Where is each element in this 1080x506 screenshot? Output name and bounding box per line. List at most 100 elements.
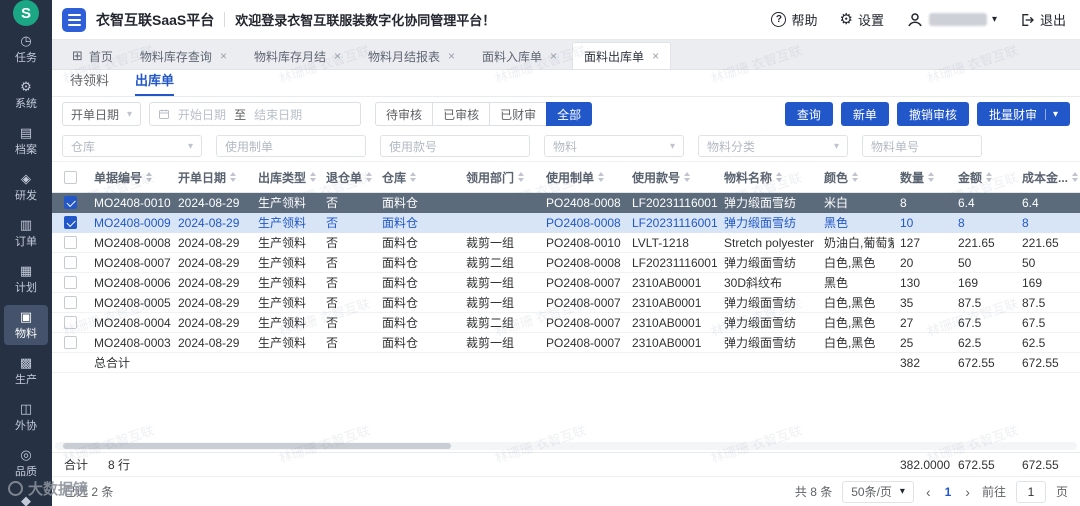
quick-filter-input[interactable]: 物料分类 ▾ <box>698 135 848 157</box>
status-filter-button[interactable]: 已审核 <box>432 102 491 126</box>
user-menu[interactable]: ▾ <box>906 11 997 29</box>
close-icon[interactable]: × <box>334 49 341 63</box>
sidebar-item[interactable]: ◎ 品质 <box>4 443 48 483</box>
action-button[interactable]: 新单 ▾ <box>840 102 889 126</box>
cell-quantity: 130 <box>900 275 921 290</box>
table-row[interactable]: MO2408-0009 2024-08-29 生产领料 否 面料仓 PO2408… <box>52 213 1080 233</box>
sort-icon[interactable] <box>230 172 237 182</box>
sort-icon[interactable] <box>366 172 373 182</box>
table-row[interactable]: MO2408-0003 2024-08-29 生产领料 否 面料仓 裁剪一组 P… <box>52 333 1080 353</box>
sort-icon[interactable] <box>986 172 993 182</box>
logout-button[interactable]: 退出 <box>1019 10 1066 29</box>
sort-icon[interactable] <box>518 172 525 182</box>
row-checkbox[interactable] <box>63 236 77 249</box>
quick-filter-input[interactable]: 物料单号 ▾ <box>862 135 982 157</box>
row-checkbox[interactable] <box>63 256 77 269</box>
column-header[interactable]: 物料名称 <box>718 169 818 186</box>
current-page[interactable]: 1 <box>943 485 954 499</box>
scrollbar-thumb[interactable] <box>63 443 451 449</box>
page-tab[interactable]: ⊞ 物料库存月结 × <box>242 42 353 69</box>
action-button[interactable]: 查询 ▾ <box>784 102 833 126</box>
cell-cost: 50 <box>1022 255 1036 270</box>
status-filter-button[interactable]: 全部 <box>546 102 593 126</box>
row-checkbox[interactable] <box>63 276 77 289</box>
quick-filter-input[interactable]: 物料 ▾ <box>544 135 684 157</box>
column-header[interactable]: 使用制单 <box>540 169 626 186</box>
page-tab[interactable]: ⊞ 面料入库单 × <box>470 42 569 69</box>
sidebar-item[interactable]: ▩ 生产 <box>4 351 48 391</box>
action-button[interactable]: 撤销审核 ▾ <box>896 102 969 126</box>
selected-count: 已选 2 条 <box>64 485 114 499</box>
sort-icon[interactable] <box>928 172 935 182</box>
sidebar-item[interactable]: ◈ 研发 <box>4 167 48 207</box>
settings-button[interactable]: ⚙ 设置 <box>839 10 883 29</box>
quick-filter-input[interactable]: 使用制单 ▾ <box>216 135 366 157</box>
date-type-select[interactable]: 开单日期 ▾ <box>62 102 142 126</box>
column-header[interactable]: 领用部门 <box>460 169 540 186</box>
next-page-icon[interactable]: › <box>963 484 972 500</box>
horizontal-scrollbar[interactable] <box>55 442 1077 450</box>
table-row[interactable]: MO2408-0007 2024-08-29 生产领料 否 面料仓 裁剪二组 P… <box>52 253 1080 273</box>
row-checkbox[interactable] <box>63 196 77 209</box>
sort-icon[interactable] <box>310 172 317 182</box>
page-tab[interactable]: ⊞ 首页 × <box>60 42 125 69</box>
prev-page-icon[interactable]: ‹ <box>924 484 933 500</box>
sort-icon[interactable] <box>410 172 417 182</box>
column-header[interactable]: 金额 <box>952 169 1016 186</box>
select-all-checkbox[interactable] <box>63 170 77 184</box>
quick-filter-input[interactable]: 仓库 ▾ <box>62 135 202 157</box>
status-filter-button[interactable]: 待审核 <box>375 102 434 126</box>
subtab[interactable]: 待领料 <box>70 70 109 96</box>
date-range-input[interactable]: 开始日期 至 结束日期 <box>149 102 362 126</box>
subtab[interactable]: 出库单 <box>135 70 175 96</box>
column-header[interactable]: 成本金... <box>1016 169 1080 186</box>
column-header[interactable]: 使用款号 <box>626 169 718 186</box>
quick-filter-input[interactable]: 使用款号 ▾ <box>380 135 530 157</box>
goto-page-input[interactable] <box>1015 480 1046 503</box>
column-header[interactable]: 开单日期 <box>172 169 252 186</box>
sidebar-item[interactable]: ▦ 计划 <box>4 259 48 299</box>
sidebar-item[interactable]: ◆ 成品 <box>4 489 48 506</box>
sort-icon[interactable] <box>684 172 691 182</box>
help-button[interactable]: ? 帮助 <box>771 10 817 29</box>
column-header[interactable]: 颜色 <box>818 169 894 186</box>
table-row[interactable]: MO2408-0008 2024-08-29 生产领料 否 面料仓 裁剪一组 P… <box>52 233 1080 253</box>
page-size-select[interactable]: 50条/页 ▾ <box>842 480 914 503</box>
column-header[interactable]: 出库类型 <box>252 169 320 186</box>
sort-icon[interactable] <box>776 172 783 182</box>
status-filter-button[interactable]: 已财审 <box>489 102 548 126</box>
sort-icon[interactable] <box>1072 172 1079 182</box>
row-checkbox[interactable] <box>63 296 77 309</box>
column-header[interactable]: 退仓单 <box>320 169 376 186</box>
table-row[interactable]: MO2408-0010 2024-08-29 生产领料 否 面料仓 PO2408… <box>52 193 1080 213</box>
close-icon[interactable]: × <box>550 49 557 63</box>
sidebar-item[interactable]: ▣ 物料 <box>4 305 48 345</box>
action-button[interactable]: 批量财审 ▾ <box>976 102 1070 126</box>
sidebar-item[interactable]: ⚙ 系统 <box>4 75 48 115</box>
sidebar-item[interactable]: ◷ 任务 <box>4 29 48 69</box>
sort-icon[interactable] <box>146 172 153 182</box>
page-tab[interactable]: ⊞ 物料库存查询 × <box>128 42 239 69</box>
close-icon[interactable]: × <box>652 49 659 63</box>
close-icon[interactable]: × <box>448 49 455 63</box>
app-logo-icon[interactable]: S <box>13 0 39 26</box>
close-icon[interactable]: × <box>220 49 227 63</box>
column-header[interactable]: 仓库 <box>376 169 460 186</box>
page-tab[interactable]: ⊞ 物料月结报表 × <box>356 42 467 69</box>
table-row[interactable]: MO2408-0006 2024-08-29 生产领料 否 面料仓 裁剪一组 P… <box>52 273 1080 293</box>
collapse-menu-icon[interactable] <box>62 7 86 32</box>
sidebar-item[interactable]: ▥ 订单 <box>4 213 48 253</box>
sidebar-item[interactable]: ◫ 外协 <box>4 397 48 437</box>
sort-icon[interactable] <box>598 172 605 182</box>
row-checkbox[interactable] <box>63 216 77 229</box>
sort-icon[interactable] <box>852 172 859 182</box>
column-header[interactable]: 数量 <box>894 169 952 186</box>
page-tab[interactable]: ⊞ 面料出库单 × <box>572 42 672 69</box>
table-row[interactable]: MO2408-0005 2024-08-29 生产领料 否 面料仓 裁剪一组 P… <box>52 293 1080 313</box>
table-row[interactable]: MO2408-0004 2024-08-29 生产领料 否 面料仓 裁剪二组 P… <box>52 313 1080 333</box>
row-checkbox[interactable] <box>63 336 77 349</box>
sidebar-item[interactable]: ▤ 档案 <box>4 121 48 161</box>
quick-filter-placeholder: 仓库 <box>71 139 96 154</box>
column-header[interactable]: 单据编号 <box>88 169 172 186</box>
row-checkbox[interactable] <box>63 316 77 329</box>
